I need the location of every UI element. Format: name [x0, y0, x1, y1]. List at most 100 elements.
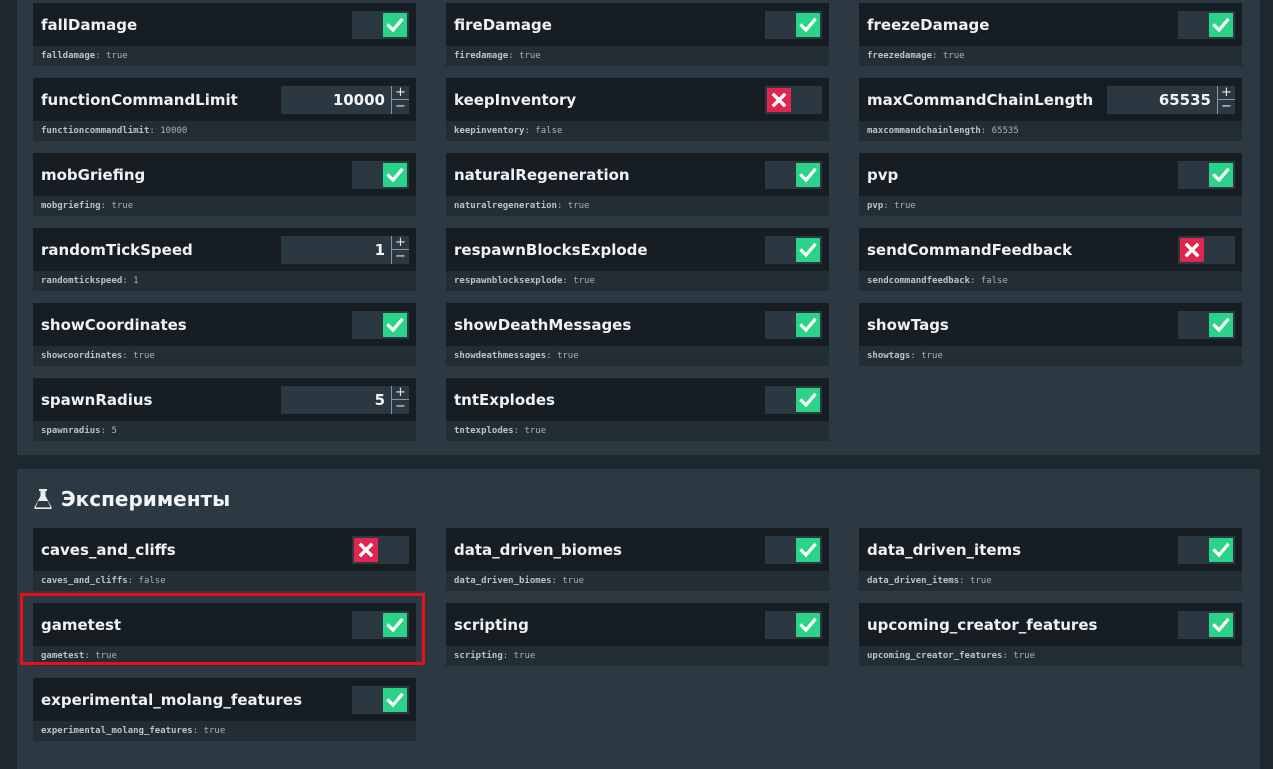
check-icon [796, 612, 820, 637]
scripting-toggle[interactable] [765, 610, 822, 639]
setting-caves_and_cliffs: caves_and_cliffs caves_and_cliffs: false [33, 528, 416, 591]
functioncommandlimit-input[interactable] [281, 85, 391, 114]
setting-name: data_driven_items [867, 540, 1022, 559]
increment-button[interactable]: + [392, 386, 409, 400]
mobgriefing-toggle[interactable] [352, 160, 409, 189]
setting-firedamage: fireDamage firedamage: true [446, 3, 829, 66]
key-separator: : [546, 351, 557, 361]
decrement-button[interactable]: − [392, 249, 409, 264]
spawnradius-input[interactable] [281, 385, 391, 414]
setting-value: false [535, 126, 563, 136]
setting-key: sendcommandfeedback [867, 276, 970, 286]
increment-button[interactable]: + [392, 236, 409, 250]
experiments-title: Эксперименты [61, 487, 231, 511]
setting-description: falldamage: true [33, 46, 416, 66]
setting-name: maxCommandChainLength [867, 90, 1094, 109]
setting-header: showDeathMessages [446, 303, 829, 346]
showtags-toggle[interactable] [1178, 310, 1235, 339]
maxcommandchainlength-input[interactable] [1107, 85, 1217, 114]
setting-header: keepInventory [446, 78, 829, 121]
caves_and_cliffs-toggle[interactable] [352, 535, 409, 564]
setting-header: scripting [446, 603, 829, 646]
setting-name: fallDamage [41, 15, 138, 34]
respawnblocksexplode-toggle[interactable] [765, 235, 822, 264]
decrement-button[interactable]: − [392, 99, 409, 114]
setting-key: pvp [867, 201, 884, 211]
sendcommandfeedback-toggle[interactable] [1178, 235, 1235, 264]
setting-description: caves_and_cliffs: false [33, 571, 416, 591]
decrement-button[interactable]: − [1218, 99, 1235, 114]
setting-value: false [980, 276, 1008, 286]
setting-key: maxcommandchainlength [867, 126, 981, 136]
data_driven_biomes-toggle[interactable] [765, 535, 822, 564]
showcoordinates-toggle[interactable] [352, 310, 409, 339]
decrement-button[interactable]: − [392, 399, 409, 414]
setting-description: randomtickspeed: 1 [33, 271, 416, 291]
check-icon [796, 387, 820, 412]
check-icon [1209, 162, 1233, 187]
key-separator: : [932, 51, 943, 61]
setting-functioncommandlimit: functionCommandLimit +− functioncommandlim… [33, 78, 416, 141]
randomtickspeed-input[interactable] [281, 235, 391, 264]
setting-header: pvp [859, 153, 1242, 196]
setting-value: true [1013, 651, 1035, 661]
setting-description: data_driven_biomes: true [446, 571, 829, 591]
setting-value: true [203, 726, 226, 736]
setting-name: showDeathMessages [454, 315, 632, 334]
setting-name: keepInventory [454, 90, 577, 109]
increment-button[interactable]: + [1218, 86, 1235, 100]
setting-description: data_driven_items: true [859, 571, 1242, 591]
setting-name: sendCommandFeedback [867, 240, 1073, 259]
setting-scripting: scripting scripting: true [446, 603, 829, 666]
setting-sendcommandfeedback: sendCommandFeedback sendcommandfeedback: … [859, 228, 1242, 291]
setting-key: experimental_molang_features [41, 726, 193, 736]
keepinventory-toggle[interactable] [765, 85, 822, 114]
falldamage-toggle[interactable] [352, 10, 409, 39]
setting-header: mobGriefing [33, 153, 416, 196]
setting-value: true [969, 576, 992, 586]
setting-name: respawnBlocksExplode [454, 240, 648, 259]
check-icon [1209, 12, 1233, 37]
setting-description: pvp: true [859, 196, 1242, 216]
experimental_molang_features-toggle[interactable] [352, 685, 409, 714]
setting-pvp: pvp pvp: true [859, 153, 1242, 216]
setting-description: upcoming_creator_features: true [859, 646, 1242, 666]
setting-showtags: showTags showtags: true [859, 303, 1242, 366]
setting-falldamage: fallDamage falldamage: true [33, 3, 416, 66]
spawnradius-stepper: +− [281, 385, 409, 414]
naturalregeneration-toggle[interactable] [765, 160, 822, 189]
setting-value: true [894, 201, 916, 211]
data_driven_items-toggle[interactable] [1178, 535, 1235, 564]
key-separator: : [551, 576, 563, 586]
check-icon [796, 237, 820, 262]
cross-icon [767, 87, 791, 112]
firedamage-toggle[interactable] [765, 10, 822, 39]
stepper-buttons: + − [391, 235, 409, 264]
tntexplodes-toggle[interactable] [765, 385, 822, 414]
setting-header: gametest [33, 603, 416, 646]
stepper-buttons: + − [1217, 85, 1235, 114]
freezedamage-toggle[interactable] [1178, 10, 1235, 39]
setting-header: respawnBlocksExplode [446, 228, 829, 271]
setting-key: falldamage [41, 51, 96, 61]
setting-description: showtags: true [859, 346, 1242, 366]
setting-description: maxcommandchainlength: 65535 [859, 121, 1242, 141]
key-separator: : [524, 126, 536, 136]
setting-name: randomTickSpeed [41, 240, 193, 259]
setting-value: 10000 [160, 126, 188, 136]
pvp-toggle[interactable] [1178, 160, 1235, 189]
key-separator: : [192, 726, 204, 736]
increment-button[interactable]: + [392, 86, 409, 100]
showdeathmessages-toggle[interactable] [765, 310, 822, 339]
upcoming_creator_features-toggle[interactable] [1178, 610, 1235, 639]
randomtickspeed-stepper: +− [281, 235, 409, 264]
check-icon [383, 312, 407, 337]
setting-data_driven_biomes: data_driven_biomes data_driven_biomes: tr… [446, 528, 829, 591]
setting-description: tntexplodes: true [446, 421, 829, 441]
setting-key: keepinventory [454, 126, 525, 136]
setting-description: functioncommandlimit: 10000 [33, 121, 416, 141]
check-icon [383, 687, 407, 712]
setting-header: spawnRadius +− [33, 378, 416, 421]
gametest-toggle[interactable] [352, 610, 409, 639]
key-separator: : [969, 276, 981, 286]
